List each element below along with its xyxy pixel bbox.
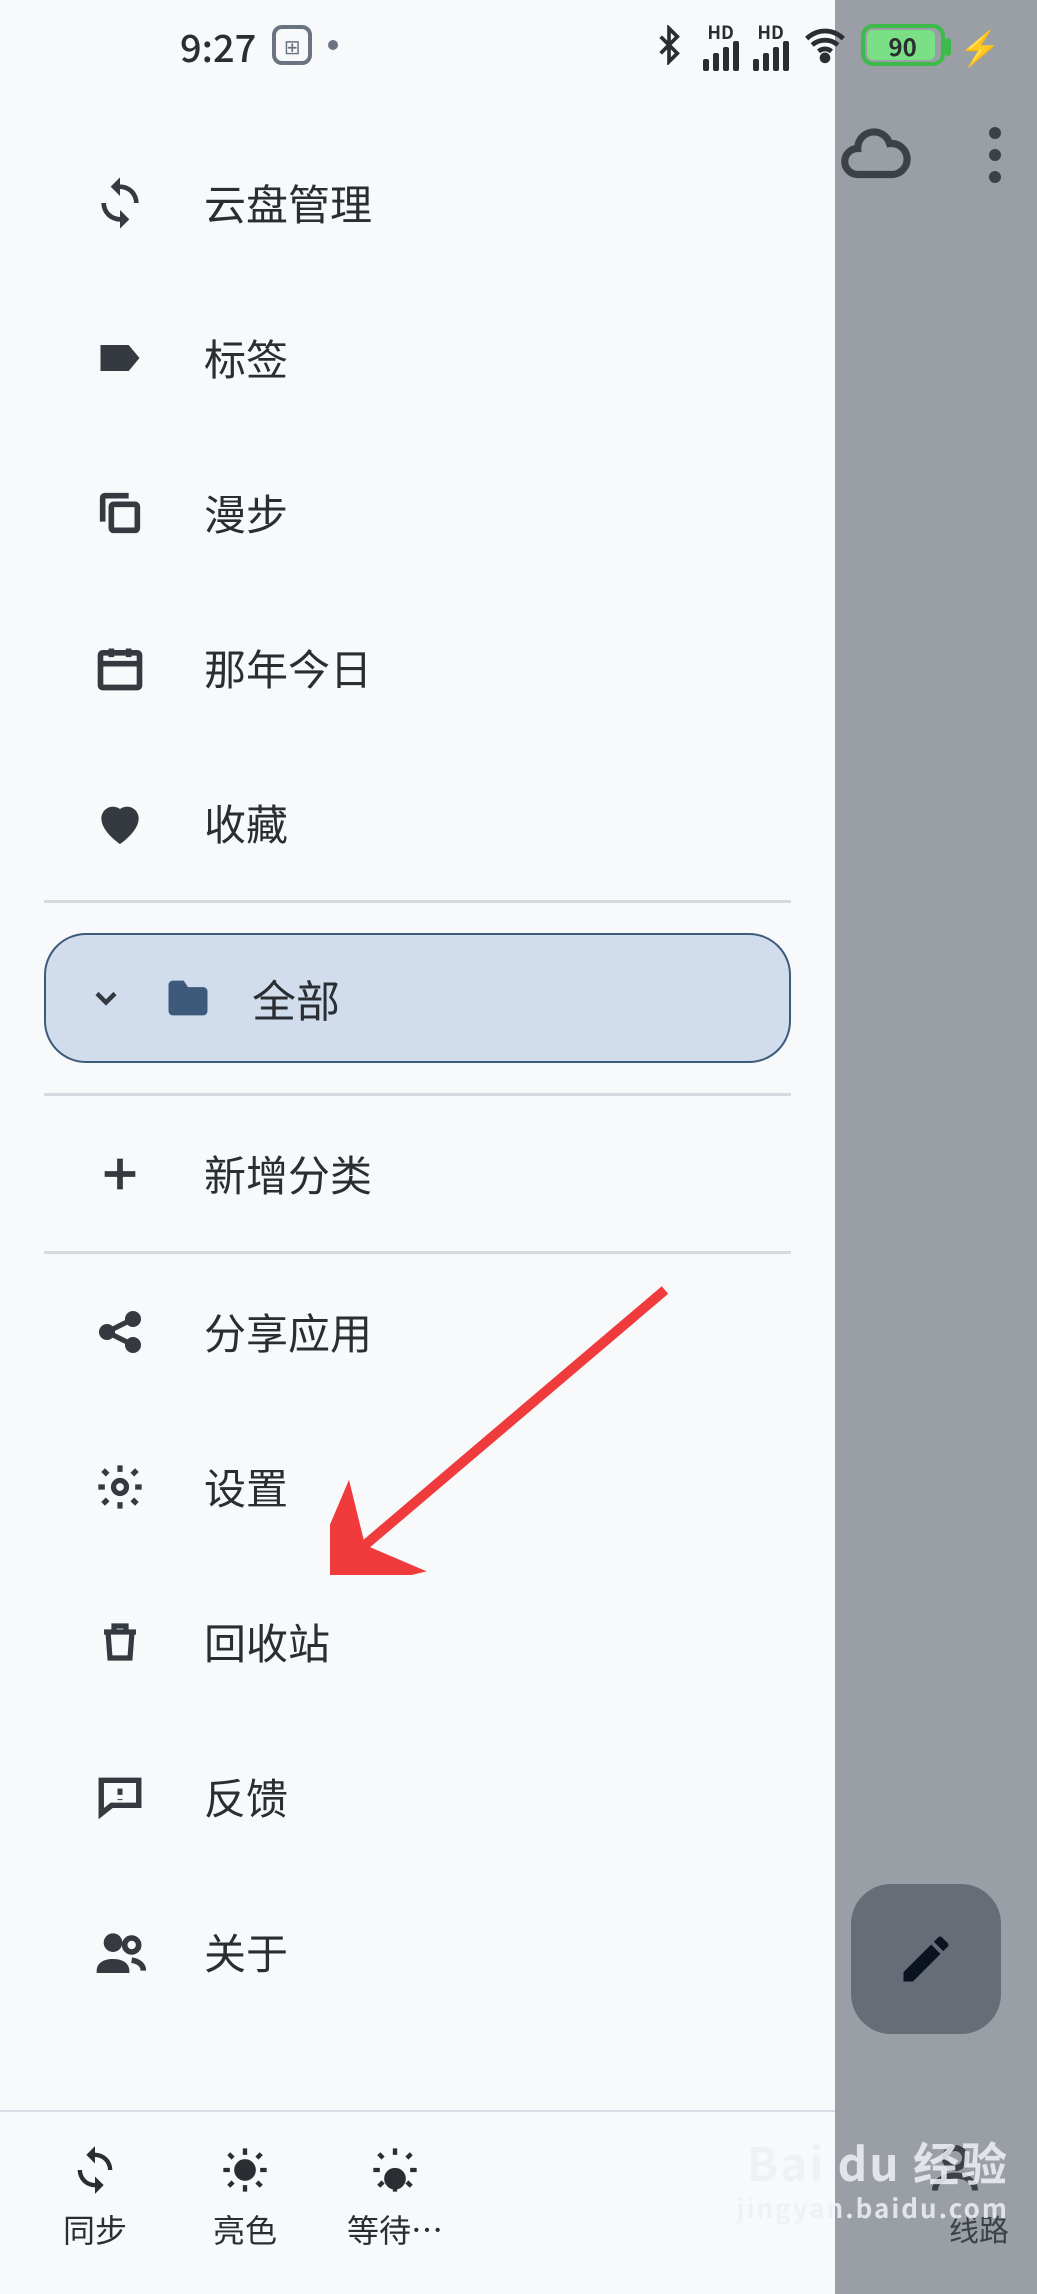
menu-about[interactable]: 关于 bbox=[0, 1874, 835, 2029]
background-dimmed[interactable]: 线路 bbox=[835, 0, 1037, 2294]
menu-item-label: 分享应用 bbox=[204, 1301, 372, 1362]
battery-indicator: 90 bbox=[861, 24, 945, 66]
bluetooth-icon bbox=[649, 25, 689, 65]
footer-theme[interactable]: 亮色 bbox=[170, 2142, 320, 2252]
sun-icon bbox=[217, 2142, 273, 2198]
heart-icon bbox=[92, 795, 148, 851]
overflow-menu-icon[interactable] bbox=[989, 127, 1001, 183]
share-icon bbox=[92, 1304, 148, 1360]
menu-roam[interactable]: 漫步 bbox=[0, 435, 835, 590]
footer-sync[interactable]: 同步 bbox=[20, 2142, 170, 2252]
menu-add-category[interactable]: 新增分类 bbox=[0, 1096, 835, 1251]
tag-icon bbox=[92, 330, 148, 386]
menu-item-label: 标签 bbox=[204, 327, 288, 388]
folder-label: 全部 bbox=[252, 966, 340, 1030]
menu-share[interactable]: 分享应用 bbox=[0, 1254, 835, 1409]
footer-label: 等待… bbox=[347, 2206, 443, 2252]
copy-icon bbox=[92, 485, 148, 541]
sync-icon bbox=[67, 2142, 123, 2198]
folder-all-selected[interactable]: 全部 bbox=[44, 933, 791, 1063]
menu-item-label: 反馈 bbox=[204, 1766, 288, 1827]
menu-trash[interactable]: 回收站 bbox=[0, 1564, 835, 1719]
cloud-icon[interactable] bbox=[835, 116, 913, 194]
gear-icon bbox=[92, 1459, 148, 1515]
compose-fab[interactable] bbox=[851, 1884, 1001, 2034]
watermark: Bai du 经验 jingyan.baidu.com bbox=[737, 2129, 1009, 2226]
watermark-brand: Bai du 经验 bbox=[737, 2129, 1009, 2195]
menu-item-label: 设置 bbox=[204, 1456, 288, 1517]
people-icon bbox=[92, 1924, 148, 1980]
wifi-icon bbox=[803, 23, 847, 67]
folder-icon bbox=[162, 972, 214, 1024]
navigation-drawer: 云盘管理 标签 漫步 那年今日 收藏 bbox=[0, 0, 835, 2294]
feedback-icon bbox=[92, 1769, 148, 1825]
plus-icon bbox=[92, 1146, 148, 1202]
menu-item-label: 漫步 bbox=[204, 482, 288, 543]
menu-favorites[interactable]: 收藏 bbox=[0, 745, 835, 900]
chevron-down-icon bbox=[88, 980, 124, 1016]
pencil-icon bbox=[896, 1929, 956, 1989]
menu-item-label: 回收站 bbox=[204, 1611, 330, 1672]
footer-wait[interactable]: 等待… bbox=[320, 2142, 470, 2252]
sync-icon bbox=[92, 175, 148, 231]
menu-settings[interactable]: 设置 bbox=[0, 1409, 835, 1564]
trash-icon bbox=[92, 1614, 148, 1670]
battery-level: 90 bbox=[888, 28, 916, 63]
status-dot bbox=[328, 40, 338, 50]
sun-half-icon bbox=[367, 2142, 423, 2198]
signal-icon bbox=[753, 41, 789, 71]
menu-cloud-manage[interactable]: 云盘管理 bbox=[0, 125, 835, 280]
footer-label: 同步 bbox=[63, 2206, 127, 2252]
menu-tags[interactable]: 标签 bbox=[0, 280, 835, 435]
menu-item-label: 新增分类 bbox=[204, 1143, 372, 1204]
menu-item-label: 收藏 bbox=[204, 792, 288, 853]
menu-onthisday[interactable]: 那年今日 bbox=[0, 590, 835, 745]
charging-icon: ⚡ bbox=[959, 21, 1001, 70]
signal-icon bbox=[703, 41, 739, 71]
status-bar: 9:27 ⊞ HD HD 90 ⚡ bbox=[0, 0, 1037, 90]
status-time: 9:27 bbox=[180, 18, 256, 73]
menu-item-label: 那年今日 bbox=[204, 637, 372, 698]
drawer-footer: 同步 亮色 等待… bbox=[0, 2110, 835, 2294]
calendar-icon bbox=[92, 640, 148, 696]
footer-label: 亮色 bbox=[213, 2206, 277, 2252]
menu-item-label: 云盘管理 bbox=[204, 172, 372, 233]
watermark-url: jingyan.baidu.com bbox=[737, 2189, 1009, 2226]
menu-feedback[interactable]: 反馈 bbox=[0, 1719, 835, 1874]
menu-item-label: 关于 bbox=[204, 1921, 288, 1982]
status-app-icon: ⊞ bbox=[272, 25, 312, 65]
